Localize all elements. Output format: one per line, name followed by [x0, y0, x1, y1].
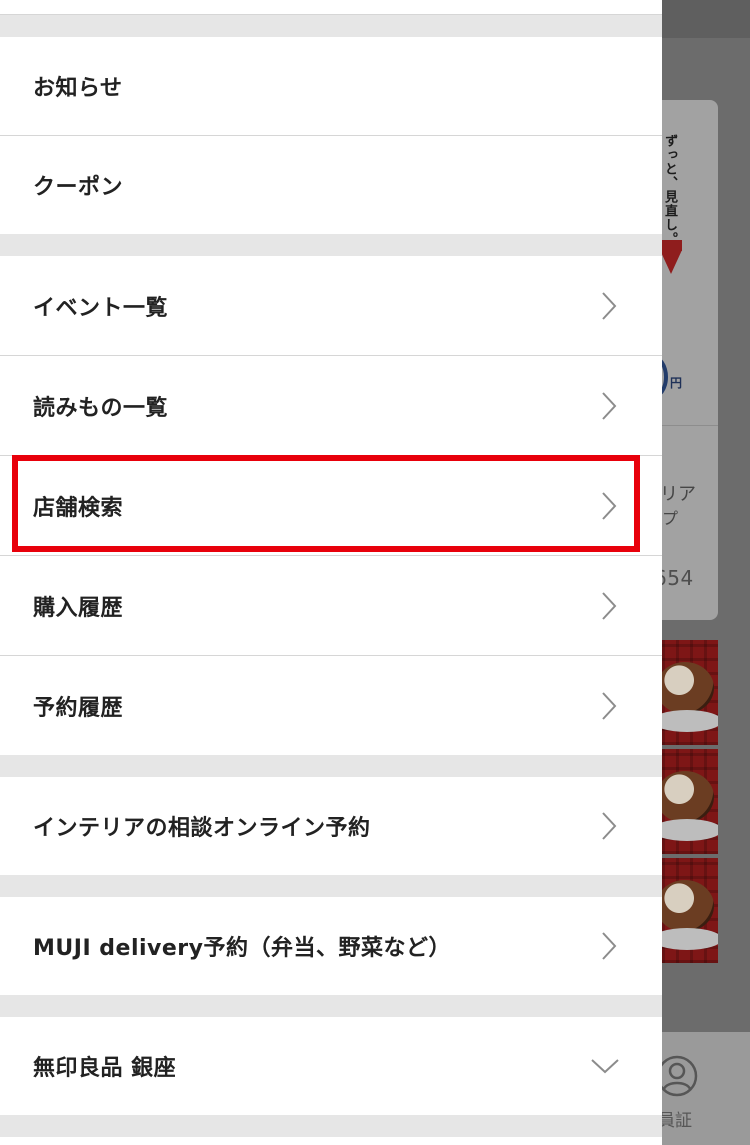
menu-item-reservation-history[interactable]: 予約履歴: [0, 655, 662, 755]
menu-group-info: お知らせ クーポン: [0, 37, 662, 234]
menu-item-label: 店舗検索: [33, 495, 124, 521]
menu-item-label: 無印良品 銀座: [33, 1056, 177, 1081]
section-separator: [0, 755, 662, 777]
background-food-image: [662, 640, 718, 745]
menu-item-label: 読みもの一覧: [33, 395, 169, 421]
menu-item-label: インテリアの相談オンライン予約: [33, 816, 371, 841]
menu-item-label: MUJI delivery予約（弁当、野菜など）: [33, 936, 451, 961]
background-text-fragment: プ: [662, 509, 679, 528]
menu-group-lists: イベント一覧 読みもの一覧 店舗検索 購入履歴 予約履歴: [0, 256, 662, 755]
chevron-right-icon: [602, 691, 617, 720]
background-food-image: [662, 858, 718, 963]
chevron-right-icon: [602, 932, 617, 960]
section-separator: [0, 875, 662, 897]
menu-item-articles[interactable]: 読みもの一覧: [0, 355, 662, 455]
menu-item-label: 予約履歴: [33, 695, 124, 721]
background-tag-arrow: [660, 250, 682, 274]
chevron-right-icon: [602, 491, 617, 520]
background-nav-label: 員証: [658, 1111, 692, 1131]
background-text-fragment: リア: [660, 484, 696, 505]
menu-item-store-search[interactable]: 店舗検索: [0, 455, 662, 555]
menu-item-notices[interactable]: お知らせ: [0, 37, 662, 135]
chevron-down-icon: [591, 1059, 619, 1074]
menu-group-delivery: MUJI delivery予約（弁当、野菜など）: [0, 897, 662, 995]
menu-item-label: 購入履歴: [33, 595, 124, 621]
menu-row-partial[interactable]: [0, 0, 662, 15]
menu-item-events[interactable]: イベント一覧: [0, 256, 662, 355]
chevron-right-icon: [602, 291, 617, 320]
menu-item-purchase-history[interactable]: 購入履歴: [0, 555, 662, 655]
background-image-column: [662, 640, 718, 965]
chevron-right-icon: [602, 812, 617, 840]
background-food-image: [662, 749, 718, 854]
menu-bottom-edge: [0, 1137, 662, 1145]
background-vertical-copy: ずっと、見直し。: [662, 134, 677, 246]
menu-item-label: イベント一覧: [33, 295, 169, 321]
menu-item-interior-consultation[interactable]: インテリアの相談オンライン予約: [0, 777, 662, 875]
member-icon: [656, 1055, 698, 1097]
menu-item-coupon[interactable]: クーポン: [0, 135, 662, 234]
menu-group-store: 無印良品 銀座: [0, 1017, 662, 1115]
menu-item-label: お知らせ: [33, 76, 123, 101]
chevron-right-icon: [602, 391, 617, 420]
menu-group-interior: インテリアの相談オンライン予約: [0, 777, 662, 875]
side-drawer-menu: お知らせ クーポン イベント一覧 読みもの一覧 店舗検索 購入履歴 予約履歴 イ…: [0, 0, 662, 1145]
section-separator: [0, 15, 662, 37]
menu-item-muji-delivery[interactable]: MUJI delivery予約（弁当、野菜など）: [0, 897, 662, 995]
section-separator: [0, 995, 662, 1017]
menu-item-label: クーポン: [33, 175, 124, 200]
background-price-unit: 円: [670, 376, 683, 390]
section-separator: [0, 234, 662, 256]
menu-item-store-selector[interactable]: 無印良品 銀座: [0, 1017, 662, 1115]
chevron-right-icon: [602, 591, 617, 620]
section-separator: [0, 1115, 662, 1137]
